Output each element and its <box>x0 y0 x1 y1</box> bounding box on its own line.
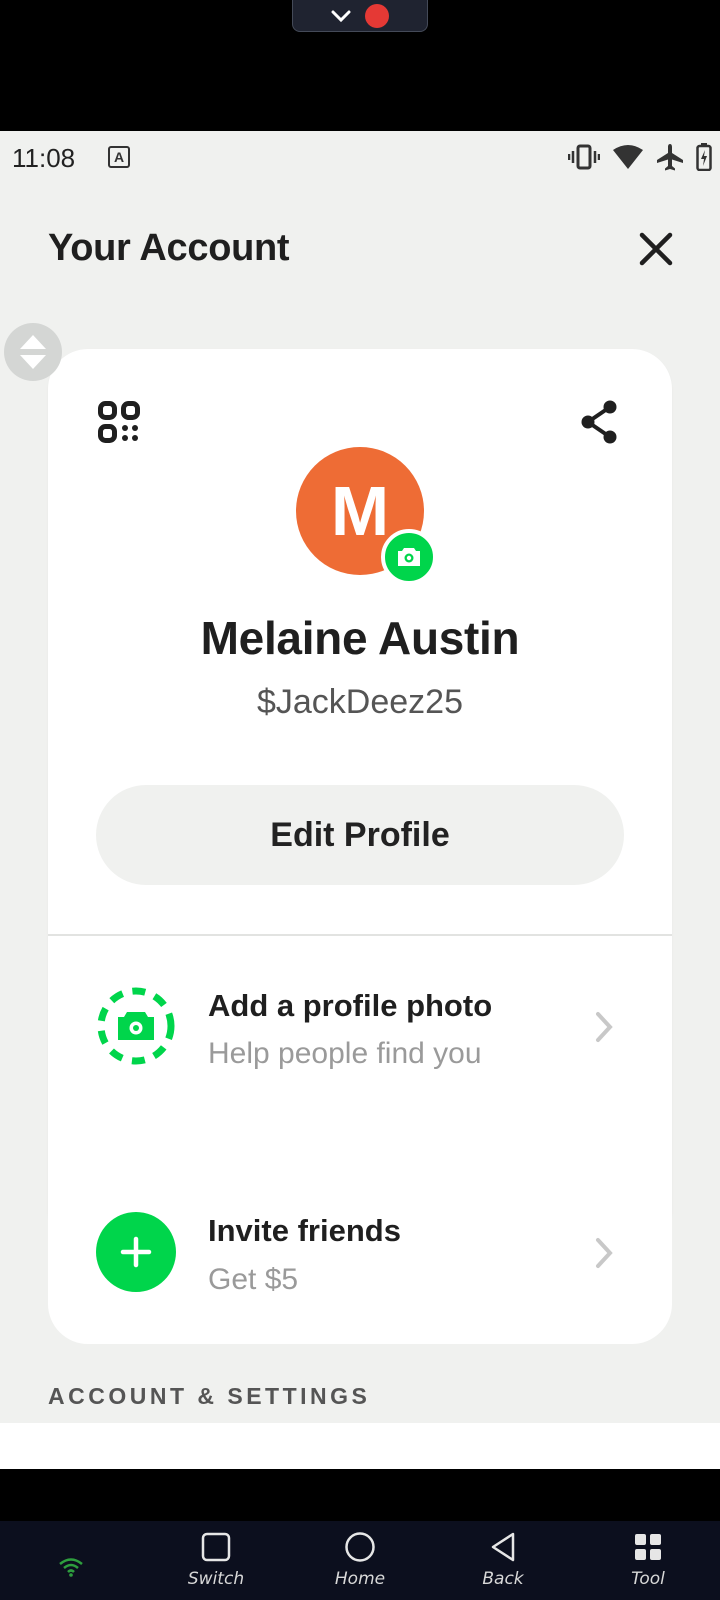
record-indicator[interactable] <box>365 3 389 28</box>
plus-icon <box>120 1236 152 1268</box>
app-screen: 11:08 A Your Account M Melaine Austin $J… <box>0 131 720 1469</box>
avatar-camera-badge[interactable] <box>381 529 437 585</box>
nav-back-label: Back <box>482 1569 524 1589</box>
nav-spacer <box>0 1469 720 1521</box>
nav-home-label: Home <box>334 1569 386 1589</box>
add-photo-subtitle: Help people find you <box>208 1037 482 1070</box>
status-bar: 11:08 A <box>0 131 720 187</box>
invite-plus-button <box>96 1212 176 1292</box>
wifi-icon <box>613 145 643 169</box>
page-title: Your Account <box>48 227 290 269</box>
screen-recorder-pill[interactable] <box>292 0 428 32</box>
scroll-arrows-icon <box>20 335 46 369</box>
chevron-right-icon <box>596 1012 613 1042</box>
settings-list-top <box>0 1423 720 1469</box>
chevron-down-icon[interactable] <box>331 9 351 23</box>
back-triangle-icon <box>491 1532 515 1562</box>
status-icons <box>568 143 712 171</box>
edit-profile-button[interactable]: Edit Profile <box>96 785 624 885</box>
wifi-icon <box>59 1558 83 1577</box>
camera-icon <box>398 548 420 566</box>
vibrate-icon <box>568 144 600 170</box>
close-icon[interactable] <box>639 232 673 266</box>
square-icon <box>201 1532 231 1562</box>
battery-icon <box>696 143 712 171</box>
share-icon[interactable] <box>578 399 620 445</box>
profile-card: M Melaine Austin $JackDeez25 Edit Profil… <box>48 349 672 1250</box>
invite-friends-card[interactable]: Invite friends Get $5 <box>48 1162 672 1344</box>
profile-name: Melaine Austin <box>200 612 520 664</box>
scroll-handle[interactable] <box>4 323 62 381</box>
add-photo-camera-icon <box>97 987 175 1065</box>
section-header-account-settings: ACCOUNT & SETTINGS <box>48 1383 371 1409</box>
profile-cashtag: $JackDeez25 <box>256 683 463 721</box>
invite-title: Invite friends <box>208 1213 401 1248</box>
navigation-bar: Switch Home Back Tool <box>0 1521 720 1600</box>
add-photo-title: Add a profile photo <box>208 988 493 1023</box>
nav-tool-button[interactable]: Tool <box>603 1529 693 1599</box>
nav-switch-button[interactable]: Switch <box>171 1529 261 1599</box>
chevron-right-icon <box>596 1238 613 1268</box>
nav-home-button[interactable]: Home <box>315 1529 405 1599</box>
status-time: 11:08 <box>12 143 76 173</box>
keyboard-indicator-icon: A <box>108 146 130 168</box>
nav-back-button[interactable]: Back <box>458 1529 548 1599</box>
grid-icon <box>635 1534 661 1560</box>
airplane-icon <box>657 144 683 171</box>
nav-tool-label: Tool <box>631 1569 665 1589</box>
close-button[interactable] <box>634 227 678 271</box>
qr-code-icon[interactable] <box>98 401 140 443</box>
invite-subtitle: Get $5 <box>208 1263 299 1296</box>
nav-switch-label: Switch <box>187 1569 245 1589</box>
add-profile-photo-row[interactable]: Add a profile photo Help people find you <box>48 936 672 1120</box>
circle-icon <box>345 1532 375 1562</box>
